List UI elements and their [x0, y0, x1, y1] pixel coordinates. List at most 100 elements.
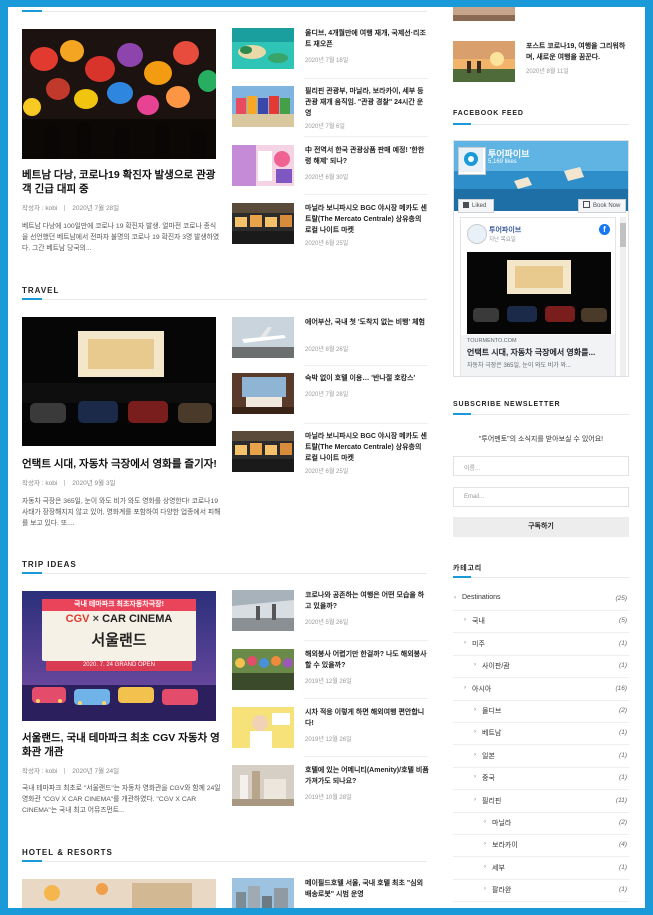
list-item[interactable]: 에어부산, 국내 첫 '도착지 없는 비행' 체험 2020년 8월 26일: [232, 317, 428, 372]
sidebar-post-title[interactable]: 포스트 코로나19, 여행을 그리워하며, 새로운 여행을 꿈꾼다.: [526, 41, 630, 63]
category-name[interactable]: 사이판/괌: [482, 661, 510, 671]
thumbnail-airplane[interactable]: [232, 317, 294, 358]
thumbnail-boracay-sign[interactable]: [232, 86, 294, 127]
thumbnail-sunset-travelers[interactable]: [453, 41, 515, 82]
facebook-book-now-button[interactable]: Book Now: [578, 199, 626, 213]
section-title-hotel-resorts[interactable]: HOTEL & RESORTS: [22, 848, 113, 857]
category-item[interactable]: › 팔라완 (1): [453, 879, 629, 903]
category-item[interactable]: › 필리핀 (11): [453, 790, 629, 813]
category-name[interactable]: 중국: [482, 773, 495, 783]
facebook-post-author[interactable]: 투어파이브: [489, 225, 521, 235]
category-name[interactable]: 보라카이: [492, 840, 518, 850]
list-item-title[interactable]: 올디브, 4개월만에 여행 재개, 국제선·리조트 재오픈: [305, 28, 429, 50]
list-item[interactable]: 숙박 없이 호텔 이용… '반나절 호캉스' 2020년 7월 28일: [232, 373, 428, 428]
newsletter-name-input[interactable]: 이름...: [453, 456, 629, 476]
scrollbar-thumb[interactable]: [620, 223, 626, 247]
category-item[interactable]: › 미주 (1): [453, 633, 629, 656]
list-item[interactable]: 시차 적응 이렇게 하면 해외여행 편안합니다! 2019년 12월 26일: [232, 707, 428, 762]
featured-image-drive-in[interactable]: [22, 317, 216, 447]
facebook-liked-button[interactable]: Liked: [458, 199, 494, 213]
thumbnail-volunteer-group[interactable]: [232, 649, 294, 690]
facebook-page-avatar[interactable]: [458, 147, 486, 175]
featured-title[interactable]: 서울랜드, 국내 테마파크 최초 CGV 자동차 영화관 개관: [22, 731, 222, 759]
thumbnail-city-hotel[interactable]: [232, 878, 294, 908]
list-item-title[interactable]: 메이필드호텔 서울, 국내 호텔 최초 "심외 배송로봇" 시범 운영: [305, 878, 429, 900]
facebook-scrollbar[interactable]: [620, 217, 626, 376]
category-name[interactable]: Destinations: [462, 594, 501, 601]
list-item[interactable]: 필리핀 관광부, 마닐라, 보라카이, 세부 등 관광 재개 움직임. "관광 …: [232, 86, 428, 141]
list-item[interactable]: 마닐라 보니파시오 BGC 야시장 메카도 센트랄(The Mercato Ce…: [232, 431, 428, 486]
list-item[interactable]: 올디브, 4개월만에 여행 재개, 국제선·리조트 재오픈 2020년 7월 1…: [232, 28, 428, 83]
list-item-title[interactable]: 마닐라 보니파시오 BGC 야시장 메카도 센트랄(The Mercato Ce…: [305, 431, 429, 464]
thumbnail-jetlag[interactable]: [232, 707, 294, 748]
list-item[interactable]: 코로나와 공존하는 여행은 어떤 모습을 하고 있을까? 2020년 5월 26…: [232, 590, 428, 645]
category-name[interactable]: 팔라완: [492, 885, 511, 895]
category-item[interactable]: › 일본 (1): [453, 745, 629, 768]
sidebar-post[interactable]: 포스트 코로나19, 여행을 그리워하며, 새로운 여행을 꿈꾼다. 2020년…: [453, 41, 629, 86]
facebook-logo-icon[interactable]: f: [599, 224, 610, 235]
category-name[interactable]: 몰디브: [482, 706, 501, 716]
category-item[interactable]: › 국내 (5): [453, 610, 629, 634]
list-item-title[interactable]: 에어부산, 국내 첫 '도착지 없는 비행' 체험: [305, 317, 429, 328]
author[interactable]: 작성자 : kobi: [22, 205, 57, 212]
featured-image-cgv-poster[interactable]: 국내 테마파크 최초자동차극장! CGV × CAR CINEMA 서울랜드 2…: [22, 591, 216, 721]
thumbnail-night-market[interactable]: [232, 203, 294, 244]
author[interactable]: 작성자 : kobi: [22, 768, 57, 775]
category-item[interactable]: › 마닐라 (2): [453, 812, 629, 835]
thumbnail-night-market[interactable]: [232, 431, 294, 472]
list-item-title[interactable]: 해외봉사 어렵기만 한걸까? 나도 해외봉사 할 수 있을까?: [305, 649, 429, 671]
featured-title[interactable]: 베트남 다낭, 코로나19 확진자 발생으로 관광객 긴급 대피 중: [22, 168, 222, 196]
newsletter-email-input[interactable]: Email...: [453, 487, 629, 507]
facebook-widget[interactable]: 투어파이브 5,169 likes Liked Book Now 투어파이브 지…: [453, 140, 629, 377]
list-item-title[interactable]: 코로나와 공존하는 여행은 어떤 모습을 하고 있을까?: [305, 590, 429, 612]
thumbnail-maldives[interactable]: [232, 28, 294, 69]
list-item[interactable]: 마닐라 보니파시오 BGC 야시장 메카도 센트랄(The Mercato Ce…: [232, 203, 428, 258]
thumbnail-airport-terminal[interactable]: [232, 590, 294, 631]
thumbnail-china-tour[interactable]: [232, 145, 294, 186]
list-item-title[interactable]: 中 전역서 한국 관광상품 판매 예정! '한한령 해제' 되나?: [305, 145, 429, 167]
category-name[interactable]: 아시아: [472, 684, 491, 694]
sidebar-top-thumbnail[interactable]: [453, 7, 515, 21]
featured-image-hotel[interactable]: [22, 879, 216, 908]
category-name[interactable]: 미주: [472, 639, 485, 649]
list-item-title[interactable]: 호텔에 있는 어메니티(Amenity)/호텔 비품 가져가도 되나요?: [305, 765, 429, 787]
section-title-travel[interactable]: TRAVEL: [22, 286, 59, 295]
featured-image-lanterns[interactable]: [22, 29, 216, 159]
category-item[interactable]: › 사이판/괌 (1): [453, 655, 629, 679]
category-item[interactable]: › 세부 (1): [453, 857, 629, 880]
category-item[interactable]: › 베트남 (1): [453, 722, 629, 746]
category-name[interactable]: 일본: [482, 751, 495, 761]
category-item[interactable]: › 중국 (1): [453, 767, 629, 791]
category-count: (16): [615, 684, 627, 692]
featured-title[interactable]: 언택트 시대, 자동차 극장에서 영화를 즐기자!: [22, 457, 222, 471]
thumbnail-amenities[interactable]: [232, 765, 294, 806]
category-item[interactable]: › Destinations (25): [453, 588, 629, 611]
list-item-title[interactable]: 필리핀 관광부, 마닐라, 보라카이, 세부 등 관광 재개 움직임. "관광 …: [305, 86, 429, 119]
section-title-trip-ideas[interactable]: TRIP IDEAS: [22, 560, 77, 569]
category-name[interactable]: 국내: [472, 616, 485, 626]
list-item[interactable]: 해외봉사 어렵기만 한걸까? 나도 해외봉사 할 수 있을까? 2019년 12…: [232, 649, 428, 704]
facebook-post-image[interactable]: [467, 252, 611, 334]
category-name[interactable]: 필리핀: [482, 796, 501, 806]
category-item[interactable]: › 몰디브 (2): [453, 700, 629, 723]
category-name[interactable]: 마닐라: [492, 818, 511, 828]
list-item-title[interactable]: 시차 적응 이렇게 하면 해외여행 편안합니다!: [305, 707, 429, 729]
list-item[interactable]: 中 전역서 한국 관광상품 판매 예정! '한한령 해제' 되나? 2020년 …: [232, 145, 428, 200]
newsletter-subscribe-button[interactable]: 구독하기: [453, 517, 629, 537]
facebook-post-title[interactable]: 언택트 시대, 자동차 극장에서 영화를...: [467, 347, 595, 358]
facebook-post[interactable]: 투어파이브 지난 목요일 f TOURMENTO.COM 언택트 시대, 자동차…: [460, 217, 616, 376]
thumbnail-hotel-room[interactable]: [232, 373, 294, 414]
category-item[interactable]: › 아시아 (16): [453, 678, 629, 701]
list-item-title[interactable]: 숙박 없이 호텔 이용… '반나절 호캉스': [305, 373, 429, 384]
category-name[interactable]: 세부: [492, 863, 505, 873]
author[interactable]: 작성자 : kobi: [22, 480, 57, 487]
list-item[interactable]: 메이필드호텔 서울, 국내 호텔 최초 "심외 배송로봇" 시범 운영: [232, 878, 428, 908]
facebook-post-time[interactable]: 지난 목요일: [489, 235, 516, 243]
list-item[interactable]: 호텔에 있는 어메니티(Amenity)/호텔 비품 가져가도 되나요? 201…: [232, 765, 429, 820]
category-name[interactable]: 베트남: [482, 728, 501, 738]
facebook-post-link[interactable]: TOURMENTO.COM 언택트 시대, 자동차 극장에서 영화를... 자동…: [461, 335, 615, 376]
category-item[interactable]: › 보라카이 (4): [453, 834, 629, 858]
facebook-post-avatar[interactable]: [467, 224, 487, 244]
chevron-right-icon: ›: [464, 684, 466, 691]
list-item-title[interactable]: 마닐라 보니파시오 BGC 야시장 메카도 센트랄(The Mercato Ce…: [305, 203, 429, 236]
